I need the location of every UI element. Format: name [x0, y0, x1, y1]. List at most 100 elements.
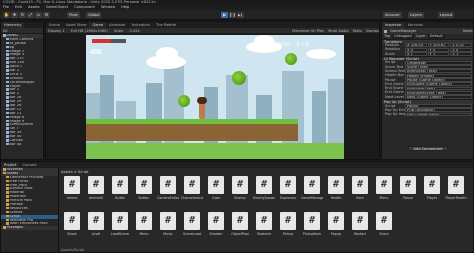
- pivot-toggle[interactable]: Pivot: [67, 12, 80, 18]
- gameobject-icon: [6, 135, 9, 138]
- layout-dropdown[interactable]: Layout: [438, 12, 455, 18]
- hierarchy-item-label: Main Camera: [9, 37, 34, 42]
- toggle-mute-audio[interactable]: Mute Audio: [328, 28, 348, 33]
- script-asset[interactable]: # Ammo: [61, 176, 83, 202]
- gameobject-icon: [6, 65, 9, 68]
- script-asset[interactable]: # GameManager: [301, 176, 323, 202]
- layer-dropdown[interactable]: Default: [427, 34, 445, 39]
- csharp-script-icon: #: [448, 176, 464, 194]
- csharp-script-icon: #: [232, 176, 248, 194]
- script-asset[interactable]: # Cube: [205, 176, 227, 202]
- play-button[interactable]: ▶: [221, 12, 228, 18]
- scale-label: Scale: [113, 29, 124, 33]
- project-tree: Favorites Assets Elementor Pictures Free Fo…: [1, 168, 59, 252]
- script-asset[interactable]: # EnemySpawn: [253, 176, 275, 202]
- breadcrumb[interactable]: Assets > Script: [61, 170, 88, 174]
- tool-icon[interactable]: ✋: [3, 12, 10, 18]
- project-folder-item[interactable]: Packages: [1, 226, 58, 231]
- script-asset[interactable]: # Bullet: [109, 176, 131, 202]
- script-asset[interactable]: # Health: [325, 176, 347, 202]
- transform-value-field[interactable]: X 1: [405, 51, 427, 56]
- gameobject-icon: [6, 49, 9, 53]
- scale-value[interactable]: 0.42x: [129, 28, 139, 33]
- script-asset-name: Shooter: [209, 232, 223, 236]
- script-asset[interactable]: # Shooter: [205, 212, 227, 238]
- script-asset-name: SceneLoad: [183, 232, 201, 236]
- add-component-button[interactable]: Add Component: [408, 146, 448, 151]
- script-asset[interactable]: # Menu: [133, 212, 155, 238]
- transform-field-label: Scale: [385, 51, 395, 56]
- script-asset[interactable]: # Shoot: [61, 212, 83, 238]
- field-value[interactable]: Next (Game Object): [405, 95, 472, 100]
- script-asset[interactable]: # CharacterAnim: [181, 176, 203, 202]
- script-asset[interactable]: # Restart: [349, 212, 371, 238]
- folder-icon: [6, 206, 9, 210]
- script-asset-name: EnemySpawn: [253, 196, 275, 200]
- gameobject-icon: [6, 96, 9, 99]
- game-view[interactable]: 400 Ammo : 5 / 5: [86, 35, 344, 159]
- script-asset[interactable]: # PlayerHealth: [445, 176, 467, 202]
- checkbox-active[interactable]: [384, 29, 387, 33]
- script-asset[interactable]: # Menu: [373, 176, 395, 202]
- tool-icon[interactable]: ⤢: [27, 12, 34, 18]
- account-dropdown[interactable]: Account: [383, 12, 402, 18]
- script-asset[interactable]: # Pickup: [277, 212, 299, 238]
- folder-icon: [3, 168, 6, 171]
- tool-icon[interactable]: ▭: [35, 12, 42, 18]
- script-asset[interactable]: # AmmoUI: [85, 176, 107, 202]
- toggle-gizmos[interactable]: Gizmos: [366, 28, 379, 33]
- global-toggle[interactable]: Global: [86, 12, 102, 18]
- toggle-maximize-on-play[interactable]: Maximize On Play: [292, 28, 324, 33]
- toggle-stats[interactable]: Stats: [353, 28, 362, 33]
- tag-dropdown[interactable]: Untagged: [392, 34, 414, 39]
- script-asset[interactable]: # Button: [133, 176, 155, 202]
- asset-grid: # Ammo # AmmoUI # Bullet # Button # CameraFollow #…: [61, 176, 473, 248]
- tool-icon[interactable]: ⚙: [43, 12, 50, 18]
- script-asset-name: Shoot: [67, 232, 77, 236]
- gameobject-icon: [6, 131, 9, 134]
- tool-icon[interactable]: ↻: [19, 12, 26, 18]
- display-dropdown[interactable]: Display 1: [48, 28, 65, 33]
- script-asset-name: Menu: [379, 196, 389, 200]
- csharp-script-icon: #: [160, 176, 176, 194]
- hierarchy-item-label: bg: [9, 45, 15, 49]
- transform-value-field[interactable]: Y 1: [427, 51, 450, 56]
- csharp-script-icon: #: [184, 176, 200, 194]
- script-asset-name: Ammo: [66, 196, 78, 200]
- script-asset[interactable]: # ObjectPool: [229, 212, 251, 238]
- hierarchy-item-label: Ground: [9, 76, 23, 80]
- script-asset[interactable]: # Explosion: [277, 176, 299, 202]
- folder-label: Packages: [6, 226, 24, 230]
- script-asset[interactable]: # Music: [157, 212, 179, 238]
- folder-icon: [6, 203, 9, 206]
- hierarchy-item-label: image 9: [9, 119, 25, 123]
- virus-enemy: [178, 95, 190, 107]
- script-asset[interactable]: # Pause: [397, 176, 419, 202]
- field-label: Next Level: [385, 94, 405, 99]
- script-asset[interactable]: # Score: [373, 212, 395, 238]
- script-asset[interactable]: # LoadScene: [109, 212, 131, 238]
- script-asset[interactable]: # Popup: [325, 212, 347, 238]
- dirt-platform: [86, 119, 298, 141]
- step-button[interactable]: ▶❙: [237, 12, 244, 18]
- layers-dropdown[interactable]: Layers: [408, 12, 424, 18]
- script-asset[interactable]: # Obstacle: [253, 212, 275, 238]
- resolution-dropdown[interactable]: Full HD (1980x1080): [71, 28, 108, 33]
- field-value[interactable]: Exit (TMPro Input): [405, 112, 472, 117]
- hierarchy-item[interactable]: Bar 48: [1, 142, 43, 147]
- tool-icon[interactable]: ✥: [11, 12, 18, 18]
- script-asset[interactable]: # SceneLoad: [181, 212, 203, 238]
- script-asset[interactable]: # PickupItem: [301, 212, 323, 238]
- script-asset[interactable]: # Player: [421, 176, 443, 202]
- script-asset[interactable]: # Enemy: [229, 176, 251, 202]
- script-asset[interactable]: # Item: [349, 176, 371, 202]
- transform-value-field[interactable]: Z 1: [450, 51, 473, 56]
- hierarchy-item-label: Bar 39: [9, 131, 22, 135]
- script-asset[interactable]: # Level: [85, 212, 107, 238]
- script-asset[interactable]: # CameraFollow: [157, 176, 179, 202]
- csharp-script-icon: #: [208, 212, 224, 230]
- csharp-script-icon: #: [280, 212, 296, 230]
- script-asset-name: Menu: [139, 232, 149, 236]
- pause-button[interactable]: ❙❙: [229, 12, 236, 18]
- static-toggle[interactable]: Static: [463, 28, 473, 34]
